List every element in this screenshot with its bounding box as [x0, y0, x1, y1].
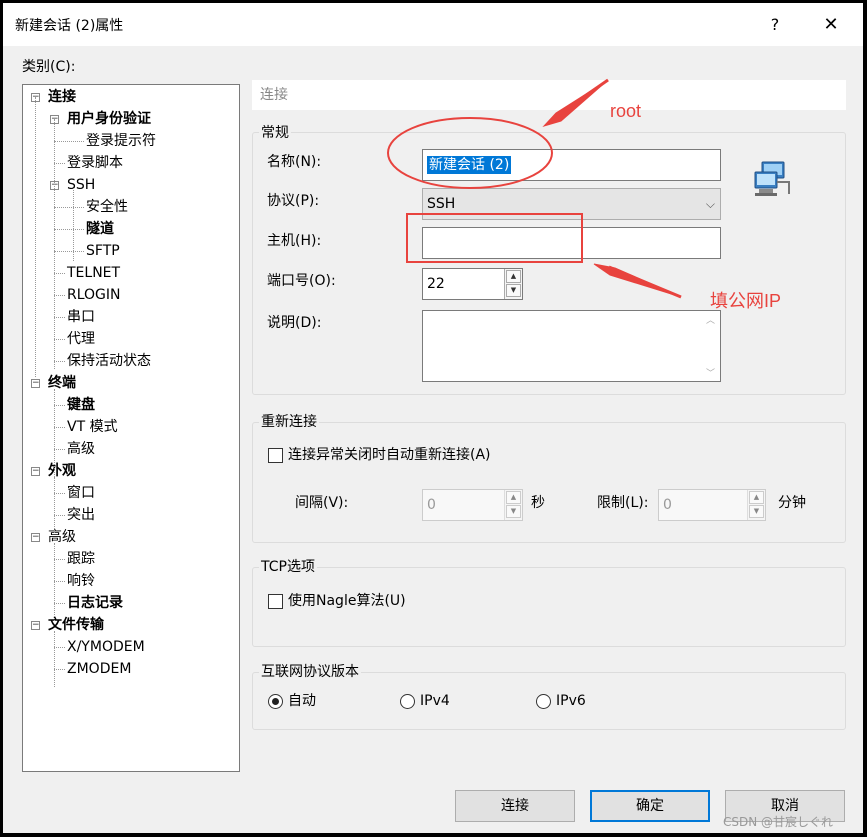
annotation-root: root [610, 101, 642, 121]
name-highlight-ellipse [387, 117, 553, 189]
host-highlight-rect [406, 213, 583, 263]
properties-dialog: 新建会话 (2)属性 ? ✕ 类别(C): − 连接 − 用户身份验证 登录提示符 登录脚… [3, 3, 863, 833]
annotation-overlay [387, 78, 682, 299]
annotation-public-ip: 填公网IP [710, 291, 782, 311]
